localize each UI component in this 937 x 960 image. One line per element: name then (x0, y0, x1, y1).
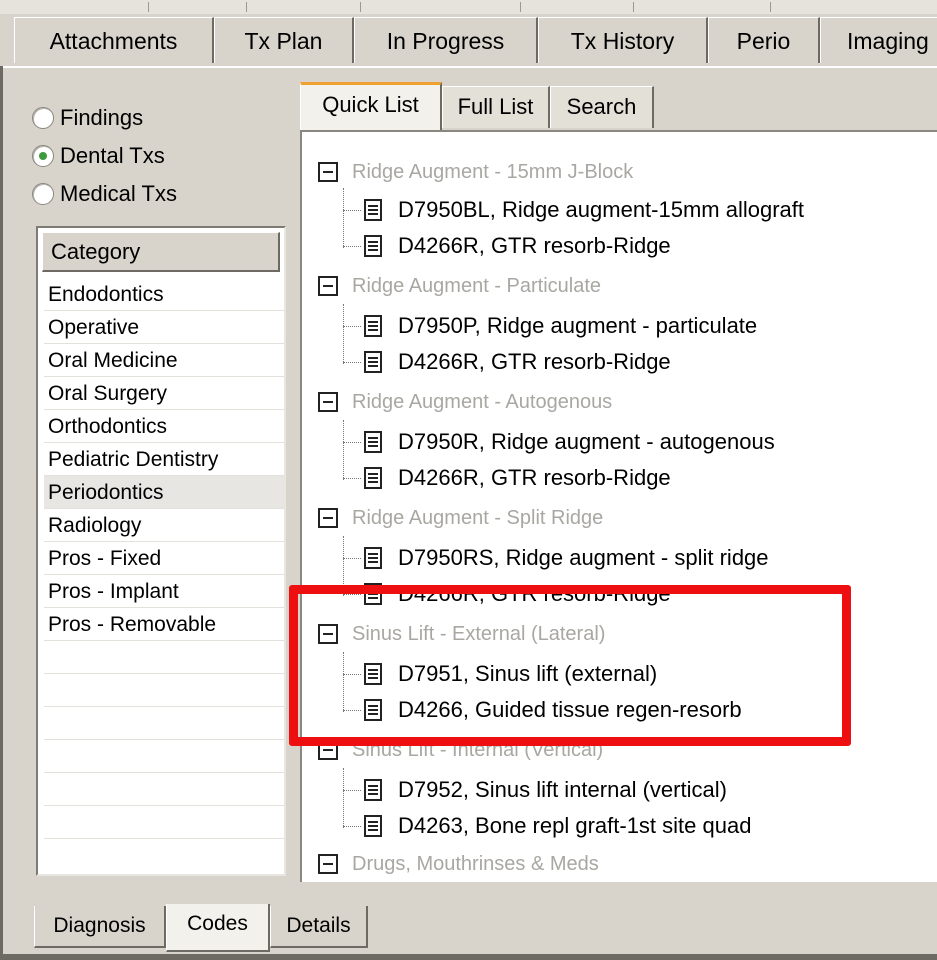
tree-item[interactable]: D4266R, GTR resorb-Ridge (364, 460, 671, 496)
category-item[interactable]: Pros - Implant (44, 575, 284, 608)
category-item[interactable]: Pros - Removable (44, 608, 284, 641)
document-icon (364, 467, 382, 489)
category-list: Category Endodontics Operative Oral Medi… (36, 226, 286, 876)
radio-circle-icon (32, 183, 54, 205)
tree-item[interactable]: D7952, Sinus lift internal (vertical) (364, 772, 727, 808)
tab-details[interactable]: Details (270, 906, 368, 948)
procedure-tree: Ridge Augment - 15mm J-Block D7950BL, Ri… (300, 130, 937, 882)
tree-item-label: D4266R, GTR resorb-Ridge (398, 465, 671, 490)
tree-item-label: D4266R, GTR resorb-Ridge (398, 233, 671, 258)
document-icon (364, 779, 382, 801)
top-toolbar-strip (0, 0, 937, 15)
tree-item[interactable]: D7950P, Ridge augment - particulate (364, 308, 757, 344)
tab-diagnosis[interactable]: Diagnosis (34, 906, 166, 948)
radio-circle-icon (32, 107, 54, 129)
category-empty-row (44, 641, 284, 674)
document-icon (364, 431, 382, 453)
document-icon (364, 235, 382, 257)
tree-item-label: D7952, Sinus lift internal (vertical) (398, 777, 727, 802)
tree-group-label: Ridge Augment - Split Ridge (352, 506, 604, 529)
document-icon (364, 547, 382, 569)
category-empty-row (44, 674, 284, 707)
tab-attachments[interactable]: Attachments (14, 17, 214, 63)
category-item[interactable]: Operative (44, 311, 284, 344)
tree-item[interactable]: D7950BL, Ridge augment-15mm allograft (364, 192, 804, 228)
tab-tx-plan[interactable]: Tx Plan (214, 17, 354, 63)
tab-codes[interactable]: Codes (166, 904, 270, 952)
tree-item[interactable]: D7950R, Ridge augment - autogenous (364, 424, 775, 460)
bottom-border (0, 954, 937, 960)
tab-perio[interactable]: Perio (708, 17, 820, 63)
main-tab-bar: Attachments Tx Plan In Progress Tx Histo… (0, 14, 937, 66)
tree-item-label: D7950BL, Ridge augment-15mm allograft (398, 197, 805, 222)
document-icon (364, 815, 382, 837)
tab-in-progress[interactable]: In Progress (354, 17, 538, 63)
category-item[interactable]: Oral Surgery (44, 377, 284, 410)
collapse-icon[interactable] (318, 392, 338, 412)
document-icon (364, 199, 382, 221)
radio-checked-icon (32, 145, 54, 167)
category-empty-row (44, 806, 284, 839)
panel-left-border (0, 66, 3, 960)
collapse-icon[interactable] (318, 854, 338, 874)
radio-dental-txs[interactable]: Dental Txs (32, 140, 165, 172)
radio-label: Medical Txs (60, 181, 177, 206)
tree-group[interactable]: Ridge Augment - Split Ridge (318, 500, 603, 536)
tree-group[interactable]: Ridge Augment - Autogenous (318, 384, 612, 420)
category-header[interactable]: Category (42, 232, 280, 272)
category-empty-row (44, 707, 284, 740)
tree-group-label: Ridge Augment - 15mm J-Block (352, 160, 634, 183)
tree-item-label: D4263, Bone repl graft-1st site quad (398, 813, 752, 838)
radio-label: Findings (60, 105, 144, 130)
tree-group[interactable]: Ridge Augment - Particulate (318, 268, 601, 304)
category-empty-row (44, 773, 284, 806)
category-item[interactable]: Pros - Fixed (44, 542, 284, 575)
tree-group[interactable]: Drugs, Mouthrinses & Meds (318, 846, 599, 882)
tree-group-label: Drugs, Mouthrinses & Meds (352, 852, 599, 875)
tab-tx-history[interactable]: Tx History (538, 17, 708, 63)
tab-imaging[interactable]: Imaging (820, 17, 937, 63)
collapse-icon[interactable] (318, 162, 338, 182)
tree-item[interactable]: D7950RS, Ridge augment - split ridge (364, 540, 769, 576)
document-icon (364, 351, 382, 373)
tab-full-list[interactable]: Full List (442, 86, 550, 128)
tree-item[interactable]: D4266R, GTR resorb-Ridge (364, 228, 671, 264)
collapse-icon[interactable] (318, 508, 338, 528)
radio-findings[interactable]: Findings (32, 102, 143, 134)
tree-item-label: D4266R, GTR resorb-Ridge (398, 349, 671, 374)
document-icon (364, 315, 382, 337)
category-item[interactable]: Endodontics (44, 278, 284, 311)
tree-item[interactable]: D4266R, GTR resorb-Ridge (364, 344, 671, 380)
tab-quick-list[interactable]: Quick List (300, 82, 442, 130)
tab-search[interactable]: Search (550, 86, 654, 128)
collapse-icon[interactable] (318, 276, 338, 296)
tree-item-label: D7950RS, Ridge augment - split ridge (398, 545, 769, 570)
tree-group-label: Ridge Augment - Particulate (352, 274, 602, 297)
radio-medical-txs[interactable]: Medical Txs (32, 178, 177, 210)
category-item[interactable]: Radiology (44, 509, 284, 542)
tree-item-label: D7950P, Ridge augment - particulate (398, 313, 758, 338)
category-item[interactable]: Pediatric Dentistry (44, 443, 284, 476)
category-item[interactable]: Orthodontics (44, 410, 284, 443)
category-empty-row (44, 740, 284, 773)
category-item-selected[interactable]: Periodontics (44, 476, 284, 509)
tree-group-label: Ridge Augment - Autogenous (352, 390, 613, 413)
tree-group[interactable]: Ridge Augment - 15mm J-Block (318, 154, 633, 190)
tree-item[interactable]: D4263, Bone repl graft-1st site quad (364, 808, 751, 844)
radio-label: Dental Txs (60, 143, 165, 168)
category-item[interactable]: Oral Medicine (44, 344, 284, 377)
tree-item-label: D7950R, Ridge augment - autogenous (398, 429, 775, 454)
highlight-box (289, 585, 851, 746)
